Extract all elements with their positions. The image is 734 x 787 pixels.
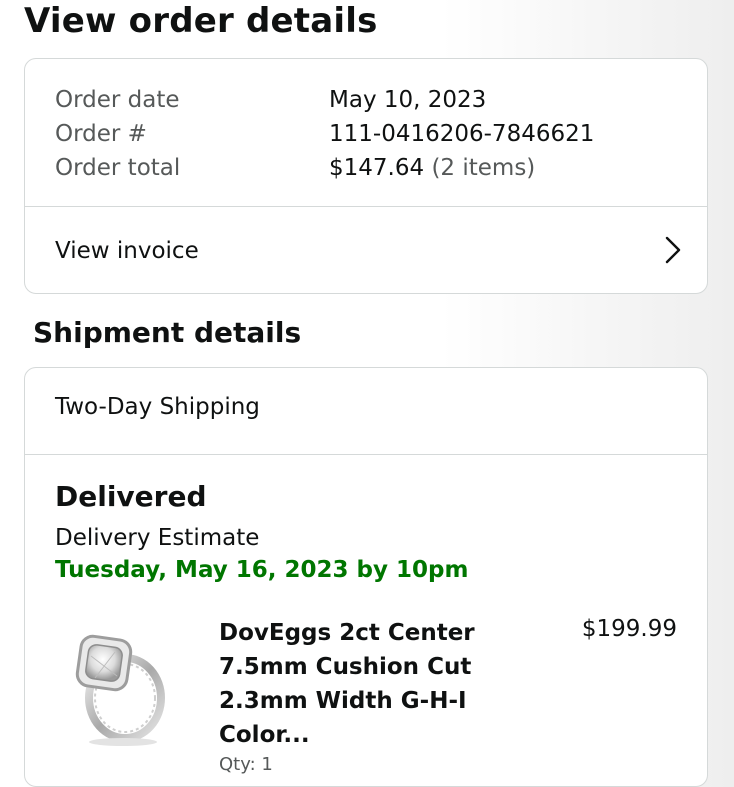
shipment-divider [25, 454, 707, 455]
order-summary-card: Order date May 10, 2023 Order # 111-0416… [24, 58, 708, 294]
order-total-label: Order total [55, 155, 181, 181]
order-item-count: (2 items) [431, 155, 536, 181]
shipment-section-title: Shipment details [33, 316, 302, 349]
page-title: View order details [24, 1, 378, 41]
view-invoice-label: View invoice [55, 237, 199, 264]
order-date-label: Order date [55, 87, 180, 113]
product-quantity: Qty: 1 [219, 754, 273, 775]
delivery-estimate-label: Delivery Estimate [55, 525, 260, 551]
order-date-value: May 10, 2023 [329, 87, 487, 113]
order-number-value: 111-0416206-7846621 [329, 121, 595, 147]
order-total-row: Order total $147.64 (2 items) [55, 151, 594, 185]
product-title-link[interactable]: DovEggs 2ct Center 7.5mm Cushion Cut 2.3… [219, 616, 489, 752]
order-total-value: $147.64 (2 items) [329, 155, 535, 181]
product-price: $199.99 [581, 616, 677, 642]
order-total-amount: $147.64 [329, 155, 425, 181]
delivery-status: Delivered [55, 480, 207, 513]
ring-product-image[interactable] [65, 616, 173, 748]
delivery-estimate-date: Tuesday, May 16, 2023 by 10pm [55, 557, 469, 583]
order-date-row: Order date May 10, 2023 [55, 83, 594, 117]
order-info-grid: Order date May 10, 2023 Order # 111-0416… [55, 83, 594, 185]
order-number-row: Order # 111-0416206-7846621 [55, 117, 594, 151]
shipment-card: Two-Day Shipping Delivered Delivery Esti… [24, 367, 708, 787]
order-number-label: Order # [55, 121, 147, 147]
shipping-method: Two-Day Shipping [55, 394, 260, 420]
chevron-right-icon [665, 236, 681, 264]
delivery-status-block: Delivered Delivery Estimate Tuesday, May… [55, 480, 468, 583]
view-invoice-link[interactable]: View invoice [25, 207, 707, 294]
